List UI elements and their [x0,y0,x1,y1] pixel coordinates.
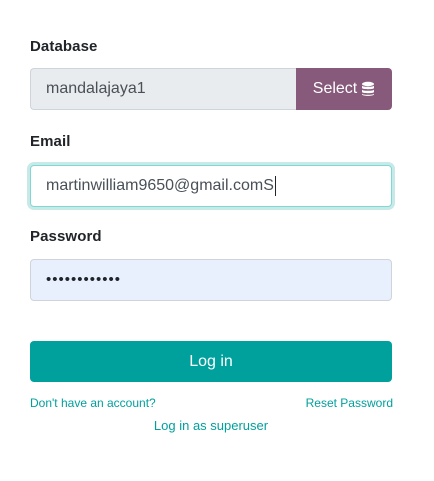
signup-link[interactable]: Don't have an account? [30,396,156,410]
password-value: •••••••••••• [46,271,122,288]
superuser-login-link[interactable]: Log in as superuser [30,418,392,433]
password-label: Password [30,228,102,245]
password-field[interactable]: •••••••••••• [30,259,392,301]
database-icon [361,81,375,97]
database-select-label: Select [312,80,358,97]
email-value: martinwilliam9650@gmail.comS [46,177,274,194]
email-field[interactable]: martinwilliam9650@gmail.comS [30,165,392,207]
reset-password-link[interactable]: Reset Password [306,396,393,410]
database-select-button[interactable]: Select [296,68,392,110]
login-button[interactable]: Log in [30,341,392,382]
database-label: Database [30,38,98,55]
database-group: mandalajaya1 Select [30,68,392,110]
text-caret [274,175,276,196]
email-label: Email [30,133,71,150]
database-input[interactable]: mandalajaya1 [30,68,296,110]
